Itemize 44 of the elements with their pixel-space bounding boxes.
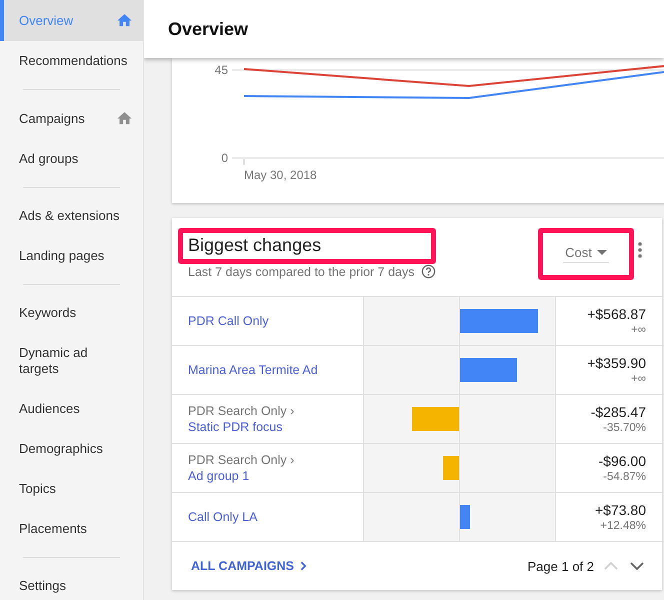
campaign-link[interactable]: PDR Call Only (188, 313, 363, 329)
page-indicator: Page 1 of 2 (528, 558, 594, 574)
y-axis-label: 45 (214, 63, 228, 77)
sidebar-item[interactable]: Landing pages (0, 236, 143, 276)
campaign-link[interactable]: Ad group 1 (188, 468, 363, 484)
change-percent: +∞ (631, 323, 646, 337)
sidebar-item[interactable]: Ad groups (0, 139, 143, 179)
campaign-link[interactable]: Call Only LA (188, 509, 363, 525)
parent-campaign: PDR Search Only › (188, 452, 296, 468)
chevron-down-icon (630, 562, 644, 570)
campaign-link[interactable]: Static PDR focus (188, 419, 363, 435)
change-value: +$568.87 (587, 305, 646, 323)
card-subtitle: Last 7 days compared to the prior 7 days (188, 264, 415, 278)
all-campaigns-link[interactable]: ALL CAMPAIGNS (191, 559, 308, 573)
sidebar-item[interactable]: Placements (0, 509, 143, 549)
change-percent: -35.70% (603, 421, 646, 435)
more-options-icon[interactable] (638, 242, 642, 258)
sidebar-item[interactable]: Recommendations (0, 41, 143, 81)
sidebar-item[interactable]: Keywords (0, 293, 143, 333)
change-value: -$285.47 (590, 403, 646, 421)
metric-dropdown[interactable]: Cost (563, 245, 609, 263)
date-label: May 30, 2018 (244, 168, 317, 182)
y-axis-label: 0 (221, 151, 228, 165)
change-value: -$96.00 (598, 452, 646, 470)
campaign-link[interactable]: Marina Area Termite Ad (188, 362, 363, 378)
sidebar-item[interactable]: Demographics (0, 429, 143, 469)
sidebar-item[interactable]: Dynamic ad targets (0, 333, 143, 389)
change-percent: -54.87% (603, 470, 646, 484)
change-percent: +∞ (631, 372, 646, 386)
chevron-up-icon (604, 562, 618, 570)
parent-campaign: PDR Search Only › (188, 403, 296, 419)
help-icon[interactable] (420, 264, 436, 279)
caret-icon (596, 250, 607, 255)
sidebar-item[interactable]: Audiences (0, 389, 143, 429)
change-value: +$73.80 (595, 501, 646, 519)
change-value: +$359.90 (587, 354, 646, 372)
card-title: Biggest changes (188, 235, 322, 255)
sidebar-item[interactable]: Ads & extensions (0, 196, 143, 236)
sidebar-item[interactable]: Campaigns (0, 98, 143, 139)
change-percent: +12.48% (600, 519, 646, 533)
sidebar-item[interactable]: Topics (0, 469, 143, 509)
sidebar-item[interactable]: Settings (0, 566, 143, 600)
page-title: Overview (168, 18, 248, 40)
chevron-right-icon (300, 561, 308, 571)
